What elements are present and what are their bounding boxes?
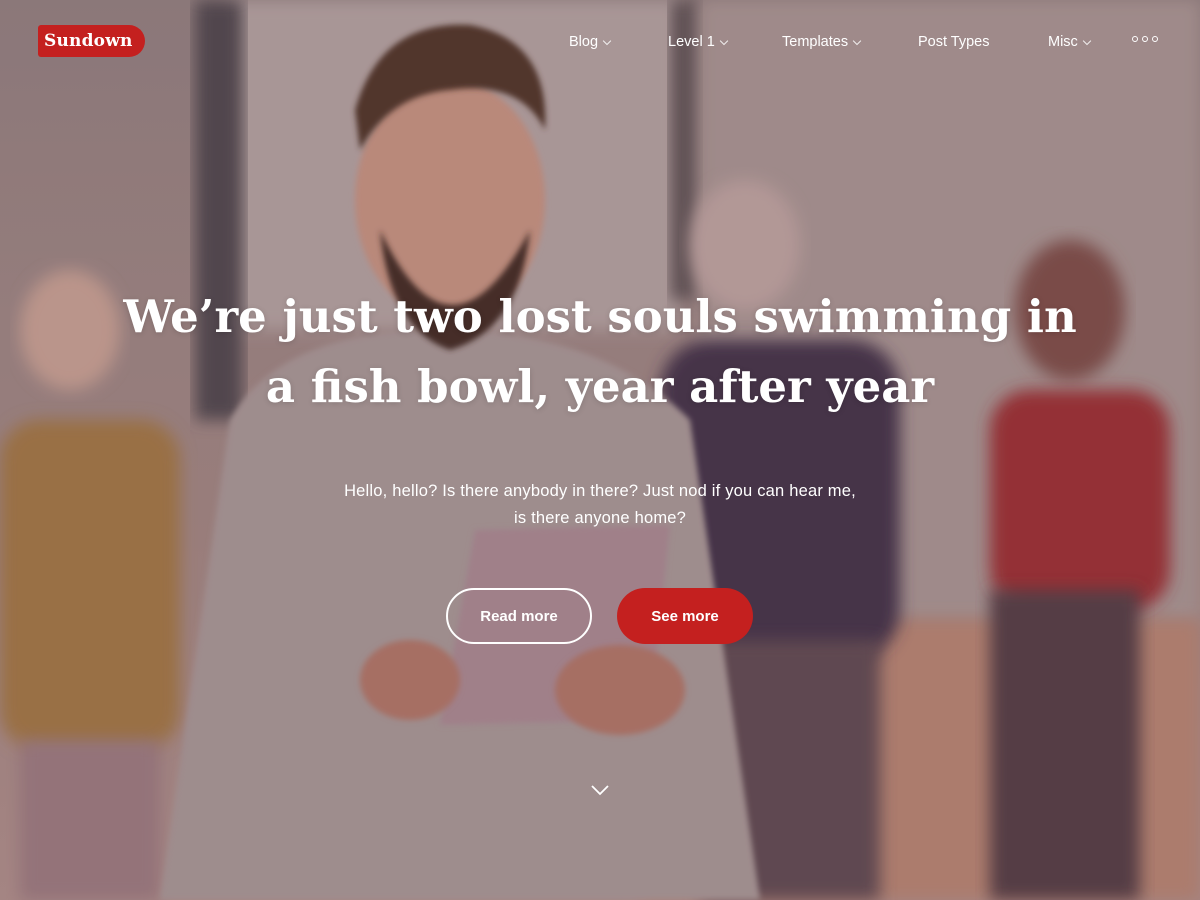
subtext-line-1: Hello, hello? Is there anybody in there?…	[344, 482, 856, 500]
hero-subtext: Hello, hello? Is there anybody in there?…	[300, 478, 900, 532]
nav-item-misc[interactable]: Misc	[1048, 30, 1092, 54]
nav-item-label: Blog	[569, 34, 599, 50]
chevron-down-icon	[719, 36, 729, 46]
headline-line-2: a fish bowl, year after year	[265, 360, 935, 413]
nav-item-label: Level 1	[668, 34, 715, 50]
nav-item-blog[interactable]: Blog	[569, 30, 612, 54]
more-dots-icon[interactable]	[1132, 36, 1158, 42]
subtext-line-2: is there anyone home?	[513, 509, 687, 527]
read-more-label: Read more	[480, 607, 558, 625]
chevron-down-icon	[852, 36, 862, 46]
main-navigation: Blog Level 1 Templates Post Types Misc	[0, 30, 1200, 54]
chevron-down-icon	[1082, 36, 1092, 46]
nav-item-label: Templates	[782, 34, 849, 50]
nav-item-label: Post Types	[918, 34, 990, 50]
nav-item-label: Misc	[1048, 34, 1078, 50]
nav-item-post-types[interactable]: Post Types	[918, 30, 989, 54]
see-more-button[interactable]: See more	[617, 588, 753, 644]
hero-overlay	[0, 0, 1200, 900]
nav-item-level-1[interactable]: Level 1	[668, 30, 729, 54]
read-more-button[interactable]: Read more	[446, 588, 592, 644]
nav-item-templates[interactable]: Templates	[782, 30, 862, 54]
headline-line-1: We’re just two lost souls swimming in	[123, 290, 1077, 343]
chevron-down-icon[interactable]	[590, 780, 610, 800]
chevron-down-icon	[602, 36, 612, 46]
see-more-label: See more	[651, 607, 719, 625]
hero-section: Sundown Blog Level 1 Templates Post Type…	[0, 0, 1200, 900]
hero-headline: We’re just two lost souls swimming in a …	[100, 282, 1100, 422]
